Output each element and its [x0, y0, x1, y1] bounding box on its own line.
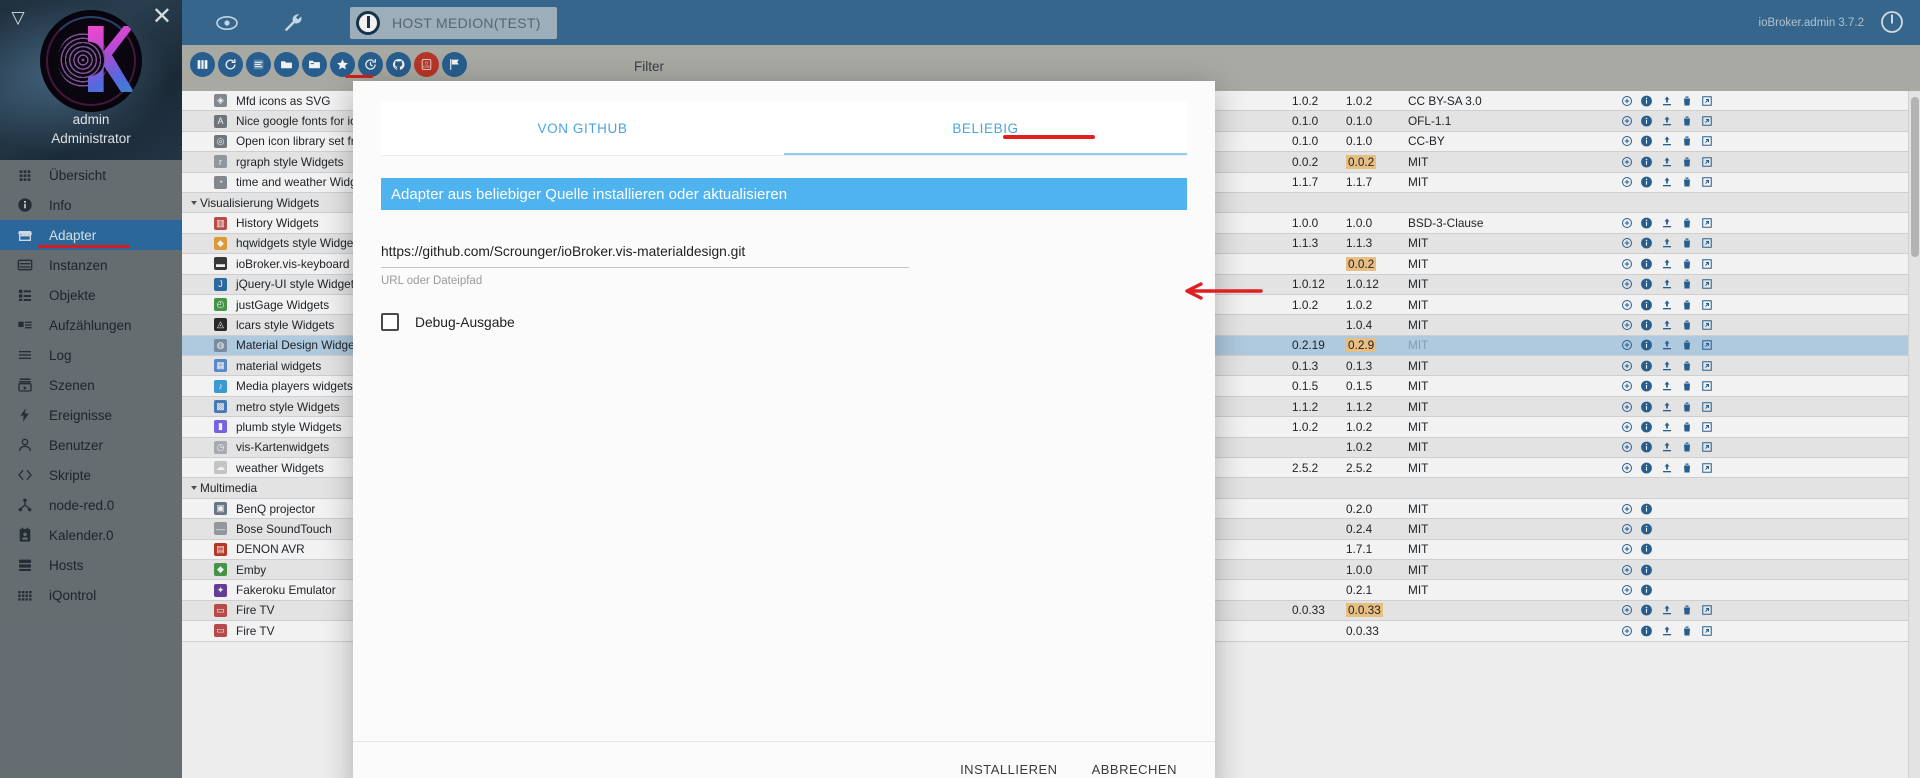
app-root: ▽ ✕ admin Administrator Übersicht Info Ada…	[0, 0, 1920, 778]
dialog-tabs: VON GITHUB BELIEBIG	[381, 101, 1187, 156]
url-input[interactable]: https://github.com/Scrounger/ioBroker.vi…	[381, 244, 909, 267]
cancel-button[interactable]: ABBRECHEN	[1080, 753, 1189, 778]
debug-output-row[interactable]: Debug-Ausgabe	[381, 313, 1187, 331]
debug-output-checkbox[interactable]	[381, 313, 399, 331]
url-field[interactable]: https://github.com/Scrounger/ioBroker.vi…	[381, 244, 909, 287]
dialog-spacer	[353, 331, 1215, 741]
tab-label: VON GITHUB	[537, 120, 628, 136]
tab-von-github[interactable]: VON GITHUB	[381, 101, 784, 155]
dialog-actions: INSTALLIEREN ABBRECHEN	[353, 741, 1215, 778]
url-field-arrow	[1185, 282, 1263, 300]
debug-output-label: Debug-Ausgabe	[415, 314, 515, 330]
tab-beliebig[interactable]: BELIEBIG	[784, 101, 1187, 155]
tab-label: BELIEBIG	[952, 120, 1019, 136]
dialog-banner: Adapter aus beliebiger Quelle installier…	[381, 178, 1187, 210]
beliebig-tab-underline	[1003, 135, 1095, 139]
url-field-underline	[381, 267, 909, 268]
url-field-hint: URL oder Dateipfad	[381, 275, 483, 287]
install-custom-dialog: VON GITHUB BELIEBIG Adapter aus beliebige…	[353, 81, 1263, 778]
install-button[interactable]: INSTALLIEREN	[948, 753, 1070, 778]
